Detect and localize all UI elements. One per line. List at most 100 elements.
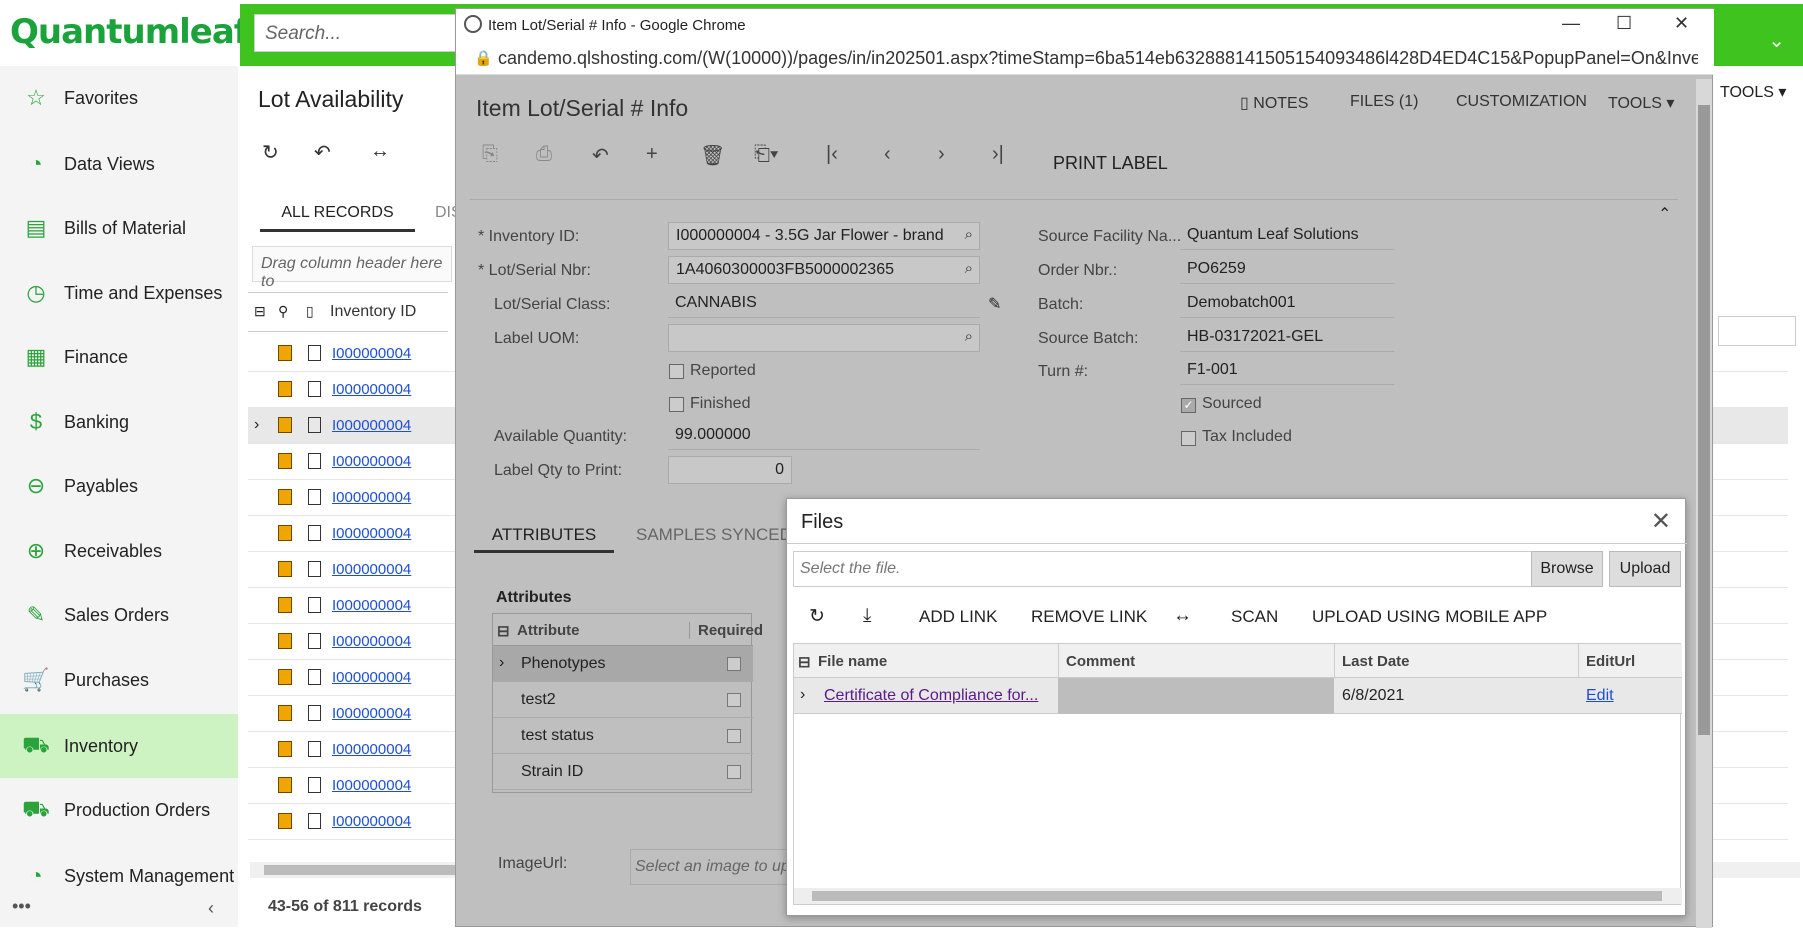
more-icon[interactable]: ••• (12, 896, 31, 917)
chevron-down-icon[interactable]: ⌄ (1768, 28, 1785, 53)
inventory-link[interactable]: I000000004 (332, 417, 411, 434)
inventory-link[interactable]: I000000004 (332, 345, 411, 362)
sidebar-item-production-orders[interactable]: ⛟ Production Orders (0, 778, 238, 842)
collapse-icon[interactable]: ‹ (208, 898, 214, 919)
undo-icon[interactable]: ↶ (314, 140, 331, 165)
customization-button[interactable]: CUSTOMIZATION (1456, 93, 1587, 111)
next-record-icon[interactable]: › (938, 143, 945, 166)
required-checkbox[interactable] (727, 657, 741, 671)
tab-attributes[interactable]: ATTRIBUTES (474, 511, 614, 553)
inventory-link[interactable]: I000000004 (332, 525, 411, 542)
upload-button[interactable]: Upload (1609, 551, 1681, 587)
inventory-link[interactable]: I000000004 (332, 669, 411, 686)
tax-included-checkbox[interactable] (1181, 431, 1196, 446)
save-close-icon[interactable]: ⎘ (482, 143, 498, 166)
inventory-link[interactable]: I000000004 (332, 561, 411, 578)
table-row[interactable]: › Certificate of Compliance for... 6/8/2… (794, 678, 1682, 714)
first-record-icon[interactable]: |‹ (826, 143, 838, 166)
inventory-id-field[interactable]: I000000004 - 3.5G Jar Flower - brand ⌕ (668, 222, 980, 250)
collapse-icon[interactable]: ⌃ (1658, 204, 1671, 224)
notes-button[interactable]: ▯ NOTES (1240, 93, 1308, 113)
fit-columns-icon[interactable]: ↔ (1173, 605, 1192, 627)
copy-paste-icon[interactable]: ⎗▾ (754, 143, 778, 166)
tools-button[interactable]: TOOLS ▾ (1608, 93, 1674, 113)
sidebar-item-data-views[interactable]: ◔ Data Views (0, 132, 238, 196)
sidebar-item-payables[interactable]: ⊖ Payables (0, 454, 238, 518)
scrollbar-thumb[interactable] (812, 891, 1662, 901)
sidebar-item-purchases[interactable]: 🛒 Purchases (0, 648, 238, 712)
edit-link[interactable]: Edit (1586, 687, 1614, 705)
table-row[interactable]: Strain ID (493, 754, 753, 790)
scrollbar-thumb[interactable] (1698, 105, 1710, 735)
edit-icon[interactable]: ✎ (988, 294, 1001, 314)
column-file-name[interactable]: File name (818, 653, 887, 670)
address-bar[interactable]: 🔒 candemo.qlshosting.com/(W(10000))/page… (456, 41, 1714, 75)
print-label-button[interactable]: PRINT LABEL (1053, 153, 1168, 174)
last-record-icon[interactable]: ›| (992, 143, 1004, 166)
comment-cell[interactable] (1058, 678, 1334, 714)
label-uom-field[interactable]: ⌕ (668, 324, 980, 352)
required-checkbox[interactable] (727, 729, 741, 743)
inventory-link[interactable]: I000000004 (332, 453, 411, 470)
maximize-icon[interactable]: ☐ (1616, 13, 1632, 34)
files-button[interactable]: FILES (1) (1350, 93, 1418, 111)
close-icon[interactable]: ✕ (1674, 13, 1689, 34)
table-row[interactable]: test2 (493, 682, 753, 718)
inventory-link[interactable]: I000000004 (332, 597, 411, 614)
sidebar-item-bills-of-material[interactable]: ▤ Bills of Material (0, 196, 238, 260)
column-required[interactable]: Required (689, 622, 763, 639)
sidebar-item-favorites[interactable]: ☆ Favorites (0, 66, 238, 130)
horizontal-scrollbar[interactable] (794, 888, 1682, 904)
sidebar-item-inventory[interactable]: ⛟ Inventory (0, 714, 238, 778)
sidebar-item-receivables[interactable]: ⊕ Receivables (0, 519, 238, 583)
file-name-link[interactable]: Certificate of Compliance for... (824, 687, 1049, 705)
inventory-link[interactable]: I000000004 (332, 381, 411, 398)
sidebar-item-finance[interactable]: ▦ Finance (0, 325, 238, 389)
save-icon[interactable]: ⎙ (536, 143, 552, 166)
group-by-bar[interactable]: Drag column header here to (252, 246, 452, 290)
column-edit-url[interactable]: EditUrl (1586, 653, 1635, 670)
minimize-icon[interactable]: — (1562, 13, 1580, 34)
reported-checkbox[interactable] (669, 364, 684, 379)
inventory-link[interactable]: I000000004 (332, 705, 411, 722)
search-input[interactable]: Search... (254, 14, 474, 52)
vertical-scrollbar[interactable] (1696, 79, 1712, 928)
browse-button[interactable]: Browse (1531, 551, 1603, 587)
upload-mobile-button[interactable]: UPLOAD USING MOBILE APP (1312, 607, 1547, 627)
sidebar-item-system-management[interactable]: ◔ System Management (0, 844, 238, 908)
inventory-link[interactable]: I000000004 (332, 813, 411, 830)
column-inventory-id[interactable]: Inventory ID (330, 303, 416, 321)
settings-icon[interactable]: ⊟ (497, 622, 510, 640)
add-icon[interactable]: + (646, 143, 658, 166)
sourced-checkbox[interactable]: ✓ (1181, 398, 1196, 413)
tools-menu[interactable]: TOOLS ▾ (1720, 82, 1786, 102)
inventory-link[interactable]: I000000004 (332, 741, 411, 758)
download-icon[interactable]: ⤓ (863, 605, 871, 627)
tab-samples-synced[interactable]: SAMPLES SYNCED (636, 525, 792, 545)
refresh-icon[interactable]: ↻ (809, 605, 825, 628)
file-select-input[interactable]: Select the file. (793, 551, 1533, 587)
lot-serial-field[interactable]: 1A4060300003FB5000002365 ⌕ (668, 256, 980, 284)
search-icon[interactable]: ⌕ (965, 260, 973, 277)
label-qty-field[interactable]: 0 (668, 456, 792, 484)
sidebar-item-banking[interactable]: $ Banking (0, 390, 238, 454)
settings-icon[interactable]: ⊟ (254, 303, 266, 320)
search-icon[interactable]: ⌕ (965, 328, 973, 345)
finished-checkbox[interactable] (669, 397, 684, 412)
previous-record-icon[interactable]: ‹ (884, 143, 891, 166)
close-icon[interactable]: ✕ (1651, 507, 1671, 536)
fit-columns-icon[interactable]: ↔ (370, 140, 390, 163)
scan-button[interactable]: SCAN (1231, 607, 1278, 627)
settings-icon[interactable]: ⊟ (798, 653, 811, 671)
required-checkbox[interactable] (727, 765, 741, 779)
required-checkbox[interactable] (727, 693, 741, 707)
table-row[interactable]: test status (493, 718, 753, 754)
add-link-button[interactable]: ADD LINK (919, 607, 997, 627)
search-icon[interactable]: ⌕ (965, 226, 973, 243)
column-last-date[interactable]: Last Date (1342, 653, 1410, 670)
remove-link-button[interactable]: REMOVE LINK (1031, 607, 1147, 627)
inventory-link[interactable]: I000000004 (332, 489, 411, 506)
url-text[interactable]: candemo.qlshosting.com/(W(10000))/pages/… (498, 48, 1698, 69)
tab-all-records[interactable]: ALL RECORDS (260, 200, 415, 232)
image-url-input[interactable]: Select an image to upload (630, 849, 790, 885)
